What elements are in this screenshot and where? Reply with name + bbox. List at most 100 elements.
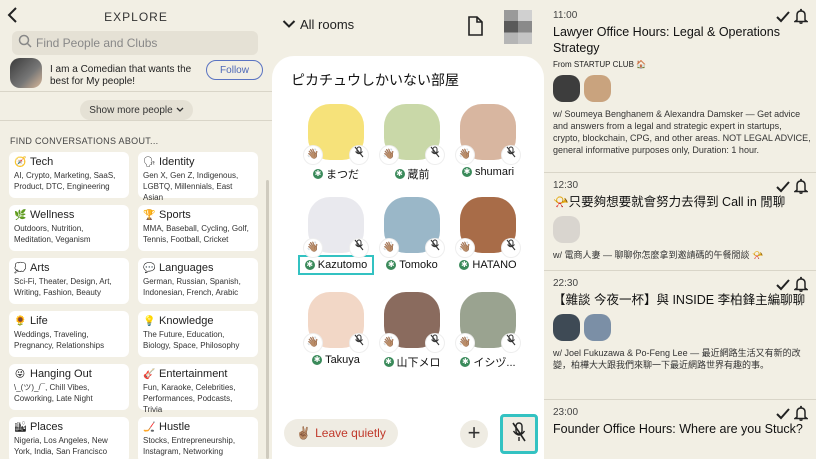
speaker-name-row: ✱ 蔵前 (374, 166, 450, 182)
leave-quietly-button[interactable]: ✌🏽 Leave quietly (284, 419, 398, 447)
divider (544, 270, 816, 271)
bell-icon[interactable] (792, 178, 810, 197)
topic-card-hanging-out[interactable]: 😜 Hanging Out \_(ツ)_/¯, Chill Vibes, Cowor… (9, 364, 129, 410)
speaker-avatar[interactable]: 👋🏽 (380, 292, 444, 352)
speaker[interactable]: 👋🏽 ✱ イシヅ... (450, 292, 526, 370)
speaker-avatar[interactable]: 👋🏽 (304, 104, 368, 164)
bell-icon[interactable] (792, 276, 810, 295)
topic-subtopics: MMA, Baseball, Cycling, Golf, Tennis, Fo… (143, 224, 249, 244)
topic-subtopics: AI, Crypto, Marketing, SaaS, Product, DT… (14, 171, 116, 191)
topic-card-hustle[interactable]: 🏒 Hustle Stocks, Entrepreneurship, Instagr… (138, 417, 258, 459)
topic-card-languages[interactable]: 💬 Languages German, Russian, Spanish, Indo… (138, 258, 258, 304)
moderator-icon: ✱ (461, 167, 472, 177)
speaker-avatar[interactable]: 👋🏽 (380, 104, 444, 164)
event-hosts (553, 216, 811, 243)
speaker[interactable]: 👋🏽 ✱ shumari (450, 104, 526, 178)
mute-mic-button[interactable] (500, 414, 538, 454)
divider (544, 399, 816, 400)
all-rooms-button[interactable]: All rooms (282, 17, 354, 32)
all-rooms-label: All rooms (300, 17, 355, 32)
topic-card-arts[interactable]: 💭 Arts Sci-Fi, Theater, Design, Art, Writi… (9, 258, 129, 304)
moderator-icon: ✱ (460, 357, 471, 367)
avatar[interactable] (10, 58, 42, 88)
avatar[interactable] (553, 216, 580, 243)
my-avatar[interactable] (504, 10, 532, 44)
topic-subtopics: Nigeria, Los Angeles, New York, India, S… (14, 436, 108, 456)
moderator-icon: ✱ (459, 260, 470, 270)
speaker-avatar[interactable]: 👋🏽 (380, 197, 444, 257)
add-person-button[interactable]: + (460, 420, 488, 448)
speaker[interactable]: 👋🏽 ✱ まつだ (298, 104, 374, 182)
checkmark-icon[interactable] (776, 407, 790, 423)
avatar[interactable] (584, 75, 611, 102)
topic-label: Arts (30, 262, 50, 274)
checkmark-icon[interactable] (776, 180, 790, 196)
event-title: 📯只要夠想要就會努力去得到 Call in 閒聊 (553, 195, 786, 209)
topic-label: Knowledge (159, 315, 214, 327)
topic-label: Life (30, 315, 48, 327)
speaker[interactable]: 👋🏽 ✱ 山下メロ (374, 292, 450, 370)
topic-card-places[interactable]: 🏙 Places Nigeria, Los Angeles, New York, I… (9, 417, 129, 459)
topic-label: Places (30, 421, 64, 433)
speaker[interactable]: 👋🏽 ✱ 蔵前 (374, 104, 450, 182)
scrollbar[interactable] (266, 180, 269, 459)
show-more-label: Show more people (89, 104, 173, 116)
topic-card-entertainment[interactable]: 🎸 Entertainment Fun, Karaoke, Celebrities,… (138, 364, 258, 414)
event-item[interactable]: 22:30 【雜談 今夜一杯】與 INSIDE 李柏鋒主編聊聊 w/ Joel Fu… (553, 278, 811, 371)
explore-panel: EXPLORE I am a Comedian that wants the b… (0, 0, 272, 459)
event-item[interactable]: 11:00 Lawyer Office Hours: Legal & Operat… (553, 10, 811, 156)
leave-quietly-label: Leave quietly (315, 426, 386, 440)
suggested-person[interactable]: I am a Comedian that wants the best for … (0, 58, 272, 92)
topic-card-knowledge[interactable]: 💡 Knowledge The Future, Education, Biology… (138, 311, 258, 357)
document-icon[interactable] (467, 16, 483, 36)
checkmark-icon[interactable] (776, 278, 790, 294)
bell-icon[interactable] (792, 405, 810, 424)
topic-card-wellness[interactable]: 🌿 Wellness Outdoors, Nutrition, Meditation… (9, 205, 129, 251)
topic-icon: 😜 (14, 368, 26, 380)
bell-icon[interactable] (792, 8, 810, 27)
speaker-avatar[interactable]: 👋🏽 (456, 292, 520, 352)
topic-card-identity[interactable]: 🗣 Identity Gen X, Gen Z, Indigenous, LGBTQ… (138, 152, 258, 202)
checkmark-icon[interactable] (776, 10, 790, 26)
search-input[interactable] (36, 36, 246, 50)
topic-label: Hustle (159, 421, 191, 433)
search-bar[interactable] (12, 31, 258, 55)
event-item[interactable]: 12:30 📯只要夠想要就會努力去得到 Call in 閒聊 w/ 電商人妻 — 聊… (553, 180, 811, 261)
mic-off-icon (426, 146, 444, 164)
speaker-avatar[interactable]: 👋🏽 (304, 197, 368, 257)
speaker[interactable]: 👋🏽 ✱ HATANO (450, 197, 526, 271)
speaker[interactable]: 👋🏽 ✱ Tomoko (374, 197, 450, 271)
moderator-icon: ✱ (313, 169, 323, 179)
topic-name: 😜 Hanging Out (14, 368, 124, 380)
moderator-icon: ✱ (383, 357, 394, 367)
speaker[interactable]: 👋🏽 ✱ Kazutomo (298, 197, 374, 275)
speaker-name: 蔵前 (407, 169, 430, 181)
avatar[interactable] (553, 314, 580, 341)
room-card: ピカチュウしかいない部屋 👋🏽 ✱ まつだ 👋🏽 ✱ 蔵前 👋🏽 ✱ shumari 👋🏽 ✱ Kaz… (272, 56, 544, 459)
topic-subtopics: Fun, Karaoke, Celebrities, Performances,… (143, 383, 236, 414)
avatar[interactable] (553, 75, 580, 102)
follow-button[interactable]: Follow (206, 60, 263, 80)
topic-card-life[interactable]: 🌻 Life Weddings, Traveling, Pregnancy, Rel… (9, 311, 129, 357)
topic-card-tech[interactable]: 🧭 Tech AI, Crypto, Marketing, SaaS, Produc… (9, 152, 129, 198)
mic-off-icon (426, 334, 444, 352)
speaker-avatar[interactable]: 👋🏽 (304, 292, 368, 352)
topic-label: Entertainment (159, 368, 228, 380)
speaker-name: Kazutomo (317, 259, 368, 271)
speaker-name: Takuya (325, 354, 360, 366)
show-more-people-button[interactable]: Show more people (80, 100, 193, 120)
peace-hand-icon: ✌🏽 (296, 426, 312, 440)
speaker[interactable]: 👋🏽 ✱ Takuya (298, 292, 374, 366)
wave-hand-icon: 👋🏽 (380, 146, 398, 164)
speaker-avatar[interactable]: 👋🏽 (456, 104, 520, 164)
event-actions (776, 8, 810, 27)
topic-card-sports[interactable]: 🏆 Sports MMA, Baseball, Cycling, Golf, Ten… (138, 205, 258, 251)
speaker-name-row: ✱ 山下メロ (374, 354, 450, 370)
speaker-name-row: ✱ イシヅ... (450, 354, 526, 370)
topic-name: 🏒 Hustle (143, 421, 253, 433)
speaker-avatar[interactable]: 👋🏽 (456, 197, 520, 257)
event-item[interactable]: 23:00 Founder Office Hours: Where are you… (553, 407, 811, 437)
event-title: Lawyer Office Hours: Legal & Operations … (553, 25, 780, 55)
event-actions (776, 178, 810, 197)
avatar[interactable] (584, 314, 611, 341)
